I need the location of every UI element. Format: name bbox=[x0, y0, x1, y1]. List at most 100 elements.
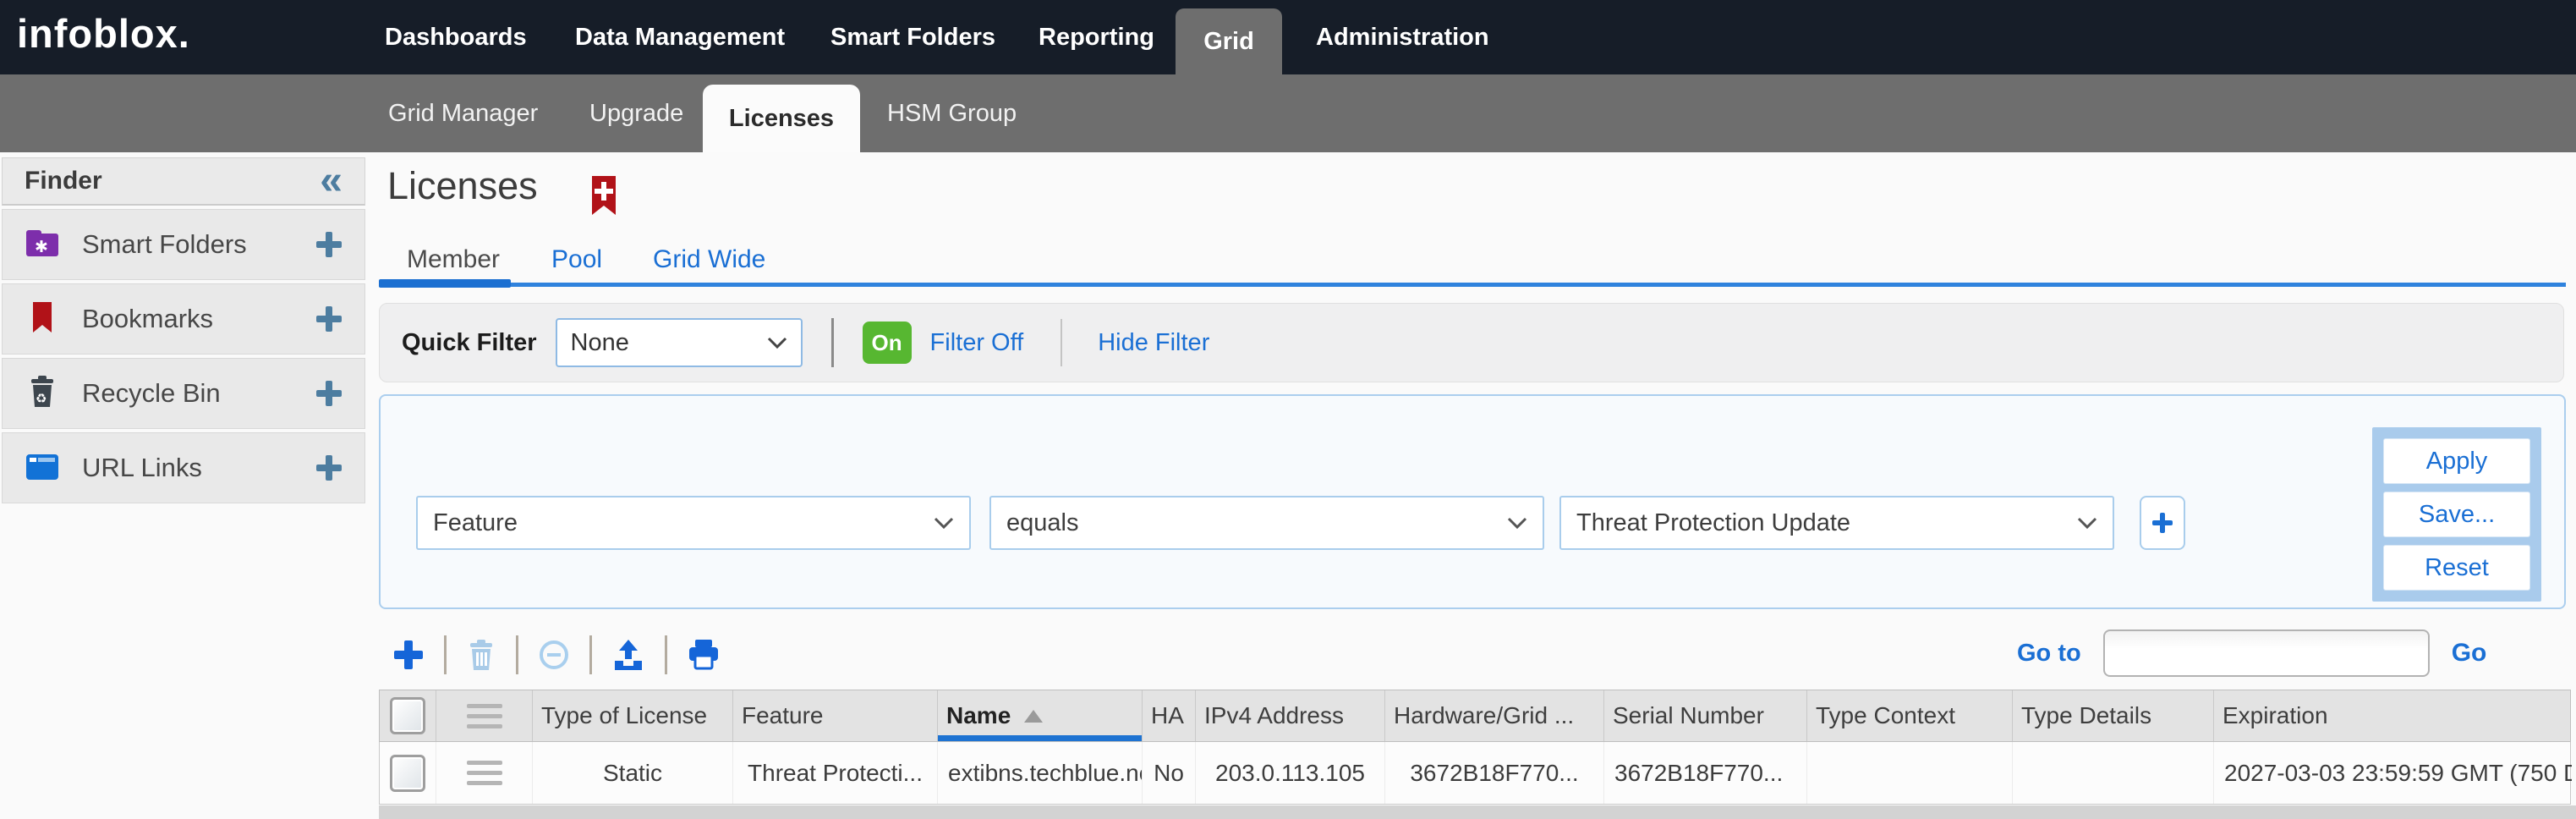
filter-off-link[interactable]: Filter Off bbox=[930, 329, 1024, 357]
column-header-hardware-grid[interactable]: Hardware/Grid ... bbox=[1385, 690, 1604, 741]
cell-name: extibns.techblue.net bbox=[938, 742, 1143, 804]
quick-filter-selected-value: None bbox=[571, 329, 629, 357]
nav-item-data-management[interactable]: Data Management bbox=[575, 0, 785, 74]
reset-button[interactable]: Reset bbox=[2383, 545, 2530, 591]
apply-button[interactable]: Apply bbox=[2383, 438, 2530, 484]
subnav-item-grid-manager[interactable]: Grid Manager bbox=[388, 74, 538, 152]
sidebar-item-label: Smart Folders bbox=[82, 229, 293, 260]
disable-icon[interactable] bbox=[536, 637, 572, 673]
sidebar-item-recycle-bin[interactable]: ♻ Recycle Bin bbox=[2, 358, 365, 429]
table-menu-icon[interactable] bbox=[467, 704, 502, 728]
goto-input[interactable] bbox=[2103, 629, 2430, 677]
add-license-icon[interactable] bbox=[391, 637, 426, 673]
svg-text:♻: ♻ bbox=[36, 391, 47, 406]
goto-label: Go to bbox=[2017, 640, 2081, 668]
add-url-link-button[interactable] bbox=[314, 453, 344, 483]
row-checkbox[interactable] bbox=[390, 755, 425, 792]
column-header-name[interactable]: Name bbox=[938, 690, 1143, 741]
filter-actions-panel: Apply Save... Reset bbox=[2372, 427, 2541, 602]
subnav-item-licenses-active[interactable]: Licenses bbox=[703, 85, 860, 152]
sidebar-item-label: Bookmarks bbox=[82, 304, 293, 334]
tab-pool[interactable]: Pool bbox=[551, 245, 602, 274]
hide-filter-link[interactable]: Hide Filter bbox=[1098, 329, 1209, 357]
nav-item-dashboards[interactable]: Dashboards bbox=[385, 0, 527, 74]
sidebar-item-label: URL Links bbox=[82, 453, 293, 483]
column-header-ipv4-address[interactable]: IPv4 Address bbox=[1196, 690, 1385, 741]
filter-operator-value: equals bbox=[1006, 509, 1078, 537]
column-header-type-context[interactable]: Type Context bbox=[1807, 690, 2013, 741]
column-header-type-of-license[interactable]: Type of License bbox=[533, 690, 733, 741]
bookmark-add-icon[interactable] bbox=[590, 174, 617, 226]
chevron-down-icon bbox=[934, 509, 954, 537]
row-menu-header-cell bbox=[436, 690, 533, 741]
top-nav-bar: infoblox. Dashboards Data Management Sma… bbox=[0, 0, 2576, 74]
cell-expiration: 2027-03-03 23:59:59 GMT (750 D bbox=[2214, 742, 2572, 804]
tab-member[interactable]: Member bbox=[407, 245, 500, 274]
go-button[interactable]: Go bbox=[2452, 639, 2487, 668]
quick-filter-select[interactable]: None bbox=[556, 318, 803, 367]
tab-grid-wide[interactable]: Grid Wide bbox=[653, 245, 765, 274]
filter-field-value: Feature bbox=[433, 509, 518, 537]
nav-item-reporting[interactable]: Reporting bbox=[1039, 0, 1154, 74]
filter-builder-panel: Feature equals Threat Protection Update … bbox=[379, 394, 2566, 609]
svg-text:✱: ✱ bbox=[35, 238, 48, 256]
toolbar-separator bbox=[589, 635, 592, 674]
add-filter-condition-button[interactable] bbox=[2140, 496, 2185, 550]
cell-ipv4-address: 203.0.113.105 bbox=[1196, 742, 1385, 804]
toolbar-separator bbox=[665, 635, 667, 674]
column-header-ha[interactable]: HA bbox=[1143, 690, 1196, 741]
cell-type-details bbox=[2013, 742, 2214, 804]
add-smart-folder-button[interactable] bbox=[314, 229, 344, 260]
cell-ha: No bbox=[1143, 742, 1196, 804]
upload-icon[interactable] bbox=[610, 637, 647, 673]
row-select-cell bbox=[380, 742, 436, 804]
save-button[interactable]: Save... bbox=[2383, 492, 2530, 537]
table-header-row: Type of License Feature Name HA IPv4 Add… bbox=[379, 690, 2571, 742]
column-header-type-details[interactable]: Type Details bbox=[2013, 690, 2214, 741]
cell-type-of-license: Static bbox=[533, 742, 733, 804]
table-row[interactable]: Static Threat Protecti... extibns.techbl… bbox=[379, 742, 2571, 805]
bookmark-icon bbox=[23, 299, 62, 340]
subnav-item-upgrade[interactable]: Upgrade bbox=[589, 74, 683, 152]
select-all-checkbox[interactable] bbox=[390, 697, 425, 734]
add-recycle-bin-button[interactable] bbox=[314, 378, 344, 409]
goto-controls: Go to Go bbox=[2017, 626, 2486, 680]
collapse-sidebar-icon[interactable]: « bbox=[320, 164, 343, 198]
nav-item-smart-folders[interactable]: Smart Folders bbox=[830, 0, 995, 74]
url-links-icon bbox=[23, 448, 62, 489]
nav-item-administration[interactable]: Administration bbox=[1316, 0, 1489, 74]
divider bbox=[831, 318, 834, 367]
row-menu-icon[interactable] bbox=[467, 761, 502, 785]
divider bbox=[1061, 319, 1062, 366]
licenses-table: Type of License Feature Name HA IPv4 Add… bbox=[379, 690, 2571, 805]
sidebar-item-smart-folders[interactable]: ✱ Smart Folders bbox=[2, 209, 365, 280]
sort-ascending-icon bbox=[1024, 710, 1043, 723]
page-title: Licenses bbox=[387, 164, 538, 208]
quick-filter-bar: Quick Filter None On Filter Off Hide Fil… bbox=[379, 303, 2564, 382]
sub-nav-bar: Grid Manager Upgrade Licenses HSM Group bbox=[0, 74, 2576, 152]
smart-folder-icon: ✱ bbox=[23, 224, 62, 266]
toolbar-separator bbox=[444, 635, 447, 674]
sidebar-item-url-links[interactable]: URL Links bbox=[2, 432, 365, 503]
filter-toggle-on-button[interactable]: On bbox=[863, 322, 912, 364]
column-header-feature[interactable]: Feature bbox=[733, 690, 938, 741]
delete-icon[interactable] bbox=[464, 637, 498, 673]
subnav-item-hsm-group[interactable]: HSM Group bbox=[887, 74, 1017, 152]
sidebar-item-bookmarks[interactable]: Bookmarks bbox=[2, 283, 365, 355]
filter-value-select[interactable]: Threat Protection Update bbox=[1559, 496, 2114, 550]
infoblox-logo: infoblox. bbox=[17, 10, 190, 57]
recycle-bin-icon: ♻ bbox=[23, 373, 62, 415]
tab-underline bbox=[379, 283, 2566, 287]
column-header-expiration[interactable]: Expiration bbox=[2214, 690, 2572, 741]
horizontal-scrollbar[interactable] bbox=[379, 805, 2576, 819]
filter-operator-select[interactable]: equals bbox=[989, 496, 1544, 550]
nav-item-grid-active[interactable]: Grid bbox=[1176, 8, 1282, 74]
list-toolbar bbox=[391, 628, 722, 682]
add-bookmark-button[interactable] bbox=[314, 304, 344, 334]
print-icon[interactable] bbox=[685, 637, 722, 673]
filter-field-select[interactable]: Feature bbox=[416, 496, 971, 550]
cell-serial-number: 3672B18F770... bbox=[1604, 742, 1807, 804]
column-header-serial-number[interactable]: Serial Number bbox=[1604, 690, 1807, 741]
finder-header: Finder « bbox=[2, 157, 365, 206]
sidebar-item-label: Recycle Bin bbox=[82, 378, 293, 409]
